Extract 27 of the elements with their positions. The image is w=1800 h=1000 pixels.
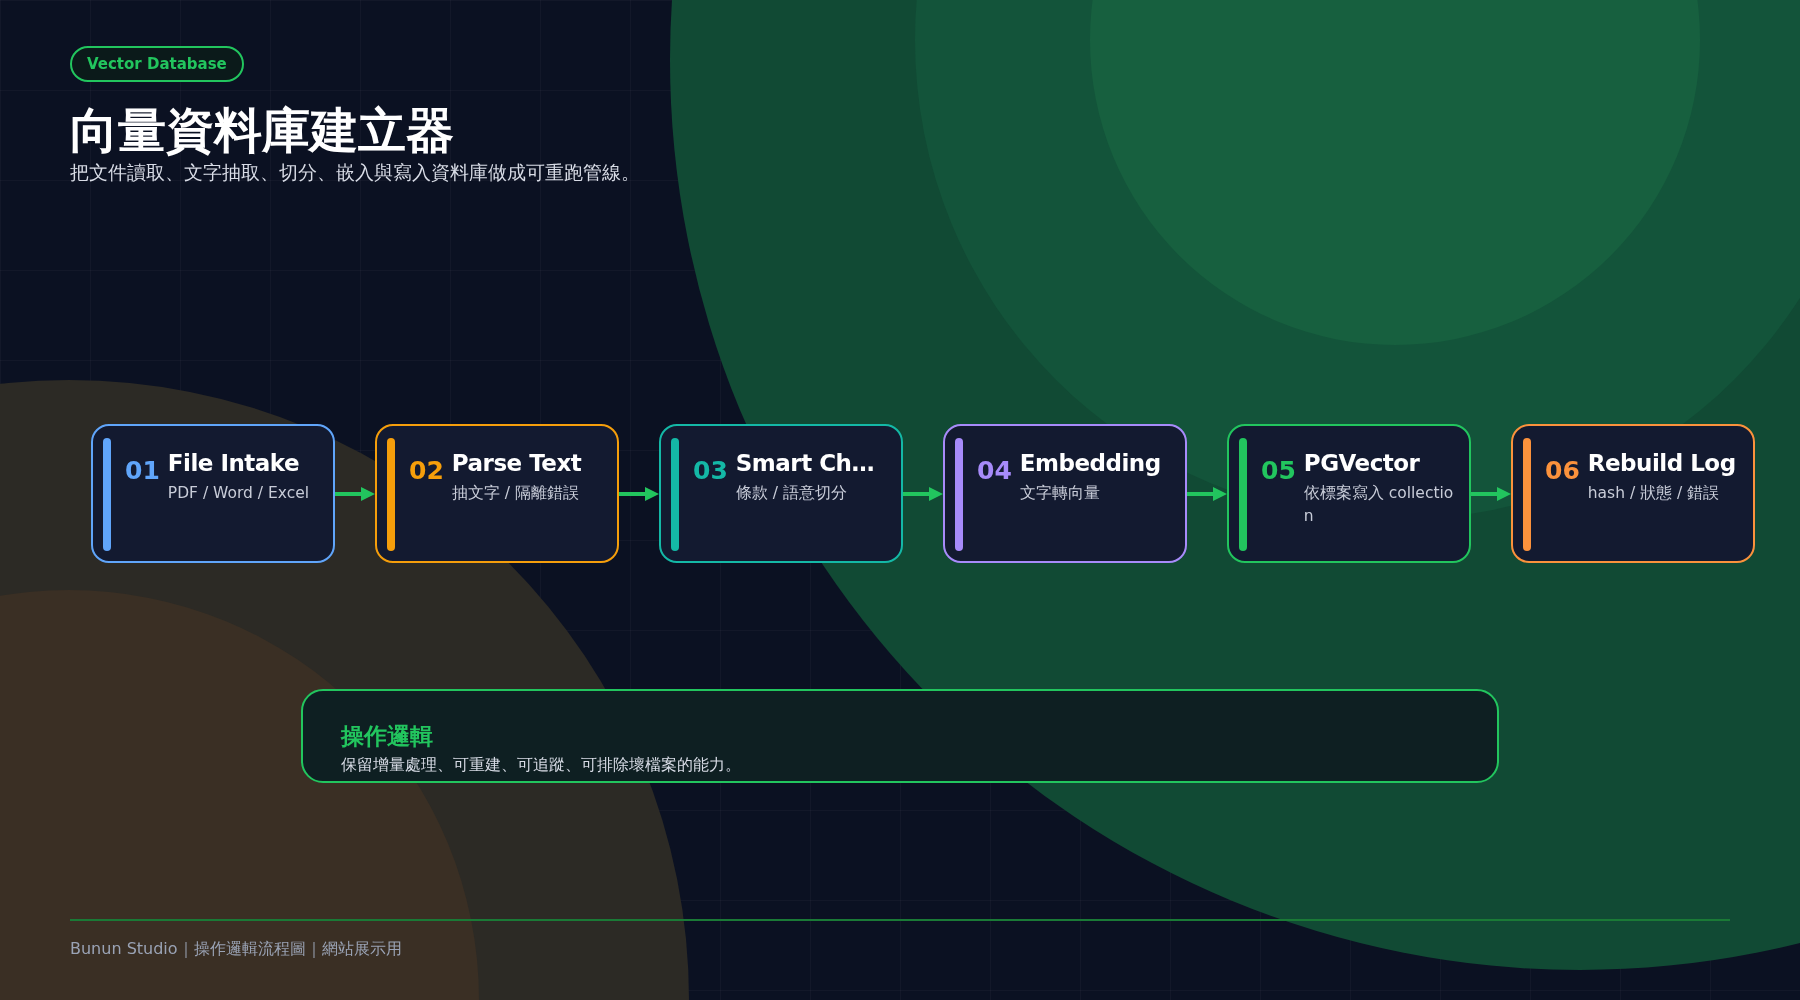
step-detail: PDF / Word / Excel xyxy=(167,483,311,504)
footer-text: Bunun Studio｜操作邏輯流程圖｜網站展示用 xyxy=(70,939,402,960)
page-title: 向量資料庫建立器 xyxy=(70,102,454,158)
step-detail: 條款 / 語意切分 xyxy=(735,483,848,504)
step-number: 05 xyxy=(1261,456,1296,485)
step-number: 03 xyxy=(693,456,728,485)
arrow xyxy=(903,485,943,502)
step-detail: 抽文字 / 隔離錯誤 xyxy=(451,483,580,504)
step-number: 04 xyxy=(977,456,1012,485)
category-badge: Vector Database xyxy=(70,46,244,82)
step-title: File Intake xyxy=(167,450,301,476)
step-number: 01 xyxy=(125,456,160,485)
arrow xyxy=(335,485,375,502)
arrow xyxy=(619,485,659,502)
step-detail: 文字轉向量 xyxy=(1019,483,1101,504)
step-title: Embedding xyxy=(1019,450,1162,476)
step-number: 02 xyxy=(409,456,444,485)
step-detail: hash / 狀態 / 錯誤 xyxy=(1587,483,1721,504)
step-title: Rebuild Log xyxy=(1587,450,1737,476)
step-title: Smart Ch… xyxy=(735,450,875,476)
step-title: PGVector xyxy=(1303,450,1421,476)
page-subtitle: 把文件讀取、文字抽取、切分、嵌入與寫入資料庫做成可重跑管線。 xyxy=(70,160,640,185)
step-detail: 依標案寫入 collection xyxy=(1303,483,1454,527)
note-text: 保留增量處理、可重建、可追蹤、可排除壞檔案的能力。 xyxy=(341,755,742,776)
note-heading: 操作邏輯 xyxy=(341,722,434,751)
step-title: Parse Text xyxy=(451,450,583,476)
step-number: 06 xyxy=(1545,456,1580,485)
